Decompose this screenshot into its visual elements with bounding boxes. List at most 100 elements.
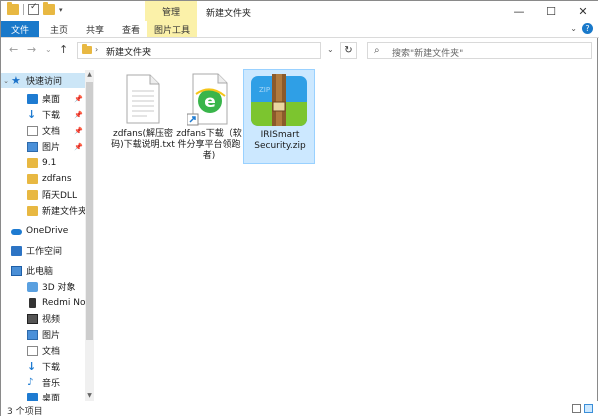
chevron-down-icon[interactable]: ⌄ — [1, 77, 11, 85]
video-icon — [27, 313, 38, 324]
phone-icon — [29, 297, 36, 308]
sidebar-item-desktop[interactable]: 桌面 📌 — [1, 91, 85, 106]
new-folder-icon[interactable] — [43, 2, 55, 15]
file-name: zdfans下载（软 件分享平台领跑 者) — [173, 129, 245, 162]
sidebar-item-pc-pictures[interactable]: 图片 — [1, 327, 85, 342]
sidebar-item-workspace[interactable]: 工作空间 — [1, 243, 85, 258]
recent-locations-button[interactable]: ⌄ — [45, 45, 52, 54]
search-placeholder: 搜索"新建文件夹" — [392, 49, 464, 59]
sidebar-item-pc-documents[interactable]: 文档 — [1, 343, 85, 358]
sidebar-scrollbar[interactable]: ▲ ▼ — [85, 70, 94, 401]
search-input[interactable]: ⌕ 搜索"新建文件夹" — [367, 42, 592, 59]
navigation-bar: ← → ⌄ ↑ › 新建文件夹 › ⌄ ↻ ⌕ 搜索"新建文件夹" — [1, 38, 599, 64]
sidebar-item-pictures[interactable]: 图片 📌 — [1, 139, 85, 154]
document-icon — [27, 345, 38, 356]
sidebar-item-label: 桌面 — [42, 95, 61, 105]
help-icon[interactable]: ? — [582, 23, 593, 34]
large-icons-view-icon[interactable] — [584, 404, 593, 413]
sidebar-item-label: 文档 — [42, 127, 61, 137]
scroll-up-icon[interactable]: ▲ — [85, 70, 94, 80]
zip-label: ZIP — [259, 86, 270, 94]
sidebar-item-3d-objects[interactable]: 3D 对象 — [1, 279, 85, 294]
breadcrumb-separator[interactable]: › — [148, 45, 151, 54]
close-button[interactable]: ✕ — [567, 1, 599, 21]
sidebar-item-label: 此电脑 — [26, 267, 54, 277]
file-item-selected[interactable]: ZIP IRISmart Security.zip — [243, 69, 315, 164]
pin-icon: 📌 — [74, 94, 83, 103]
sidebar-item-onedrive[interactable]: OneDrive — [1, 223, 85, 238]
zip-archive-icon: ZIP — [251, 74, 307, 126]
status-bar: 3 个项目 — [1, 401, 599, 417]
file-name-line: 码)下载说明.txt — [111, 140, 175, 150]
sidebar-item-label: 快速访问 — [26, 77, 63, 87]
separator — [23, 4, 24, 15]
explorer-window: ▾ 管理 新建文件夹 — ☐ ✕ 文件 主页 共享 查看 图片工具 ⌄ ? ← … — [0, 0, 599, 417]
sidebar-item-documents[interactable]: 文档 📌 — [1, 123, 85, 138]
music-icon: ♪ — [27, 376, 34, 388]
folder-icon — [27, 189, 38, 200]
tab-share[interactable]: 共享 — [81, 21, 109, 37]
sidebar-item-label: 新建文件夹 — [42, 207, 88, 217]
title-bar: ▾ 管理 新建文件夹 — ☐ ✕ — [1, 1, 599, 21]
up-button[interactable]: ↑ — [59, 43, 68, 56]
svg-text:e: e — [204, 92, 216, 112]
folder-icon — [27, 205, 38, 216]
sidebar-item-videos[interactable]: 视频 — [1, 311, 85, 326]
maximize-button[interactable]: ☐ — [535, 1, 567, 21]
refresh-button[interactable]: ↻ — [340, 42, 357, 59]
file-item[interactable]: e zdfans下载（软 件分享平台领跑 者) — [173, 69, 245, 164]
sidebar-item-folder-new[interactable]: 新建文件夹 — [1, 203, 88, 218]
sidebar-item-label: 视频 — [42, 315, 61, 325]
search-icon: ⌕ — [374, 45, 380, 56]
context-tab-manage: 管理 — [145, 1, 197, 21]
document-icon — [27, 125, 38, 136]
file-name-line: zdfans下载（软 — [176, 129, 242, 139]
item-count: 3 个项目 — [7, 407, 43, 417]
minimize-button[interactable]: — — [503, 1, 535, 21]
scroll-down-icon[interactable]: ▼ — [85, 391, 94, 401]
sidebar-item-folder-dll[interactable]: 陌天DLL — [1, 187, 85, 202]
tab-view[interactable]: 查看 — [117, 21, 145, 37]
sidebar-item-this-pc[interactable]: 此电脑 — [1, 263, 85, 278]
file-name-line: Security.zip — [254, 141, 306, 151]
tab-file[interactable]: 文件 — [1, 21, 39, 37]
customize-qat-icon[interactable]: ▾ — [59, 6, 63, 14]
details-view-icon[interactable] — [572, 404, 581, 413]
sidebar-item-label: 图片 — [42, 143, 61, 153]
folder-icon[interactable] — [7, 2, 19, 15]
sidebar-item-downloads[interactable]: ↓ 下载 📌 — [1, 107, 85, 122]
sidebar-item-label: zdfans — [42, 173, 72, 184]
sidebar-item-label: 3D 对象 — [42, 283, 76, 293]
file-name-line: 者) — [202, 151, 216, 161]
tab-picture-tools[interactable]: 图片工具 — [147, 21, 197, 37]
sidebar-item-quick-access[interactable]: ⌄ ★ 快速访问 — [1, 73, 85, 88]
sidebar-item-music[interactable]: ♪ 音乐 — [1, 375, 85, 390]
address-bar[interactable]: › 新建文件夹 › — [77, 42, 321, 59]
folder-icon — [27, 157, 38, 168]
sidebar-item-label: 文档 — [42, 347, 61, 357]
file-list: zdfans(解压密 码)下载说明.txt e zdfans下载（软 件分享平台… — [97, 65, 597, 401]
download-icon: ↓ — [27, 359, 37, 373]
address-history-dropdown[interactable]: ⌄ — [327, 45, 334, 54]
expand-ribbon-icon[interactable]: ⌄ — [570, 24, 577, 33]
sidebar-item-label: OneDrive — [26, 225, 69, 236]
sidebar-item-folder-9-1[interactable]: 9.1 — [1, 155, 85, 170]
sidebar-item-pc-desktop[interactable]: 桌面 — [1, 390, 85, 401]
sidebar-item-label: 工作空间 — [26, 247, 63, 257]
breadcrumb-separator[interactable]: › — [95, 45, 98, 54]
ribbon-tabs: 文件 主页 共享 查看 图片工具 ⌄ ? — [1, 21, 599, 38]
breadcrumb-current[interactable]: 新建文件夹 — [106, 45, 151, 58]
sidebar-item-phone[interactable]: Redmi Note — [1, 295, 94, 310]
forward-button[interactable]: → — [27, 43, 36, 56]
back-button[interactable]: ← — [9, 43, 18, 56]
window-title: 新建文件夹 — [206, 9, 252, 19]
sidebar-item-folder-zdfans[interactable]: zdfans — [1, 171, 85, 186]
sidebar-item-label: 陌天DLL — [42, 191, 77, 201]
sidebar-item-label: 下载 — [42, 111, 61, 121]
file-item[interactable]: zdfans(解压密 码)下载说明.txt — [107, 69, 179, 164]
tab-home[interactable]: 主页 — [45, 21, 73, 37]
pictures-icon — [27, 141, 38, 152]
sidebar-item-pc-downloads[interactable]: ↓ 下载 — [1, 359, 85, 374]
properties-icon[interactable] — [28, 2, 39, 15]
scrollbar-thumb[interactable] — [86, 82, 93, 340]
